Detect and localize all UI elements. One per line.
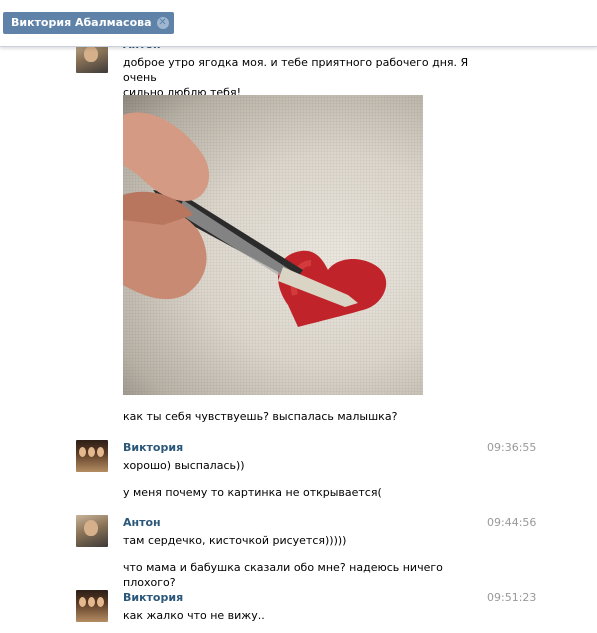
finger-index xyxy=(123,112,210,201)
conversation-tab[interactable]: Виктория Абалмасова ✕ xyxy=(3,12,174,34)
message-author[interactable]: Виктория xyxy=(123,441,183,454)
message-author[interactable]: Виктория xyxy=(123,591,183,604)
message-time[interactable]: 09:36:55 xyxy=(487,441,536,454)
message-text: доброе утро ягодка моя. и тебе приятного… xyxy=(123,55,493,100)
avatar-anton[interactable] xyxy=(76,515,108,547)
heart-painting-image xyxy=(123,112,387,327)
message-line: как ты себя чувствуешь? выспалась малышк… xyxy=(123,410,398,423)
message-line: там сердечко, кисточкой рисуется))))) xyxy=(123,534,347,547)
message-line: хорошо) выспалась)) xyxy=(123,459,245,472)
message-text: как ты себя чувствуешь? выспалась малышк… xyxy=(123,409,493,424)
avatar-viktoria[interactable] xyxy=(76,590,108,622)
avatar-face xyxy=(88,447,95,457)
avatar-face xyxy=(79,597,86,607)
close-icon[interactable]: ✕ xyxy=(156,17,169,29)
message-text: что мама и бабушка сказали обо мне? наде… xyxy=(123,560,493,590)
message-feed: Антон доброе утро ягодка моя. и тебе при… xyxy=(0,0,597,633)
message-text: как жалко что не вижу.. xyxy=(123,608,493,623)
avatar-viktoria[interactable] xyxy=(76,440,108,472)
message-line: как жалко что не вижу.. xyxy=(123,609,265,622)
message-author[interactable]: Антон xyxy=(123,516,161,529)
avatar-face xyxy=(97,597,104,607)
photo-attachment[interactable] xyxy=(123,95,423,395)
message-text: хорошо) выспалась)) xyxy=(123,458,493,473)
message-line: у меня почему то картинка не открывается… xyxy=(123,486,382,499)
message-time[interactable]: 09:44:56 xyxy=(487,516,536,529)
message-text: у меня почему то картинка не открывается… xyxy=(123,485,493,500)
message-time[interactable]: 09:51:23 xyxy=(487,591,536,604)
message-line: доброе утро ягодка моя. и тебе приятного… xyxy=(123,56,469,84)
message-line: что мама и бабушка сказали обо мне? наде… xyxy=(123,561,443,589)
avatar-face xyxy=(88,597,95,607)
avatar-face xyxy=(97,447,104,457)
avatar-face xyxy=(79,447,86,457)
message-text: там сердечко, кисточкой рисуется))))) xyxy=(123,533,493,548)
tab-title[interactable]: Виктория Абалмасова xyxy=(11,16,152,29)
top-bar: Виктория Абалмасова ✕ xyxy=(0,0,597,47)
